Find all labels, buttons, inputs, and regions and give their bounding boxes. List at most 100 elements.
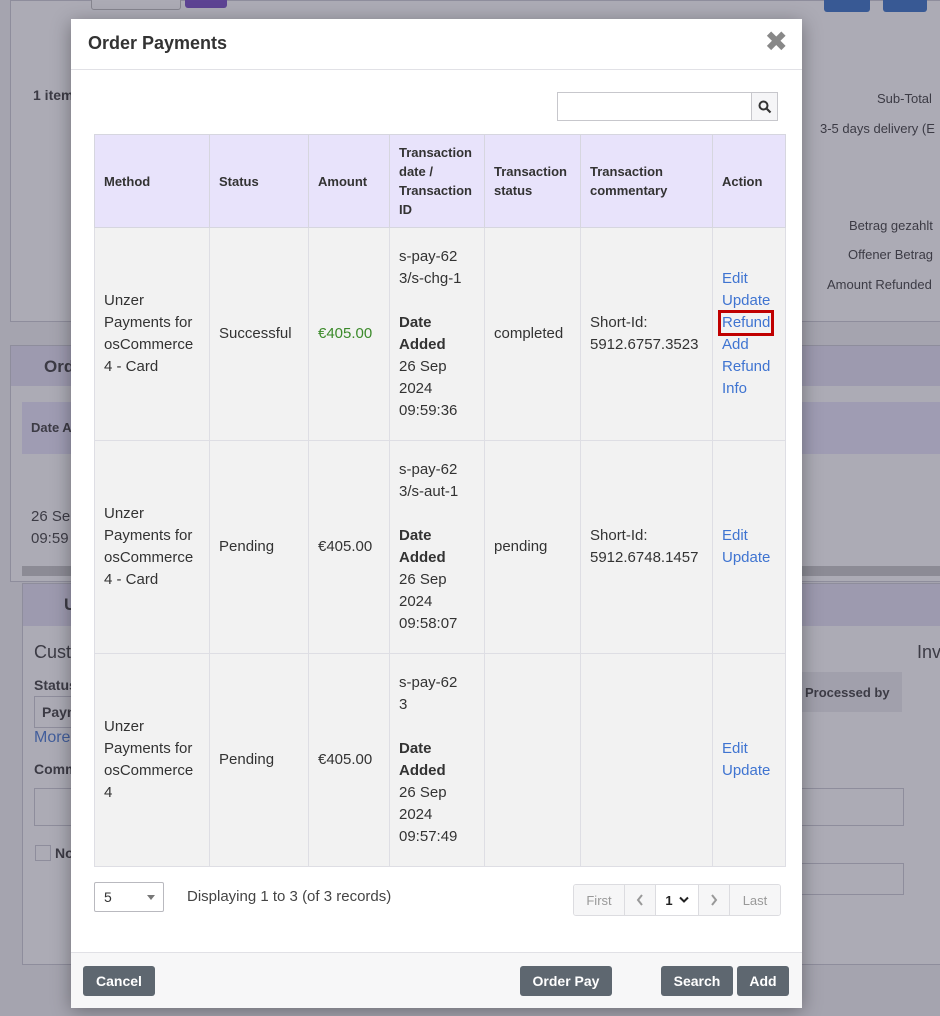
date-value: 09:59:36 (399, 402, 458, 419)
cell-status: Successful (209, 227, 309, 441)
method-text: 4 - Card (104, 571, 159, 588)
edit-link[interactable]: Edit (722, 738, 776, 760)
update-link[interactable]: Update (722, 290, 776, 312)
table-row: Unzer Payments for osCommerce 4 Pending … (94, 653, 786, 867)
date-label: Date (399, 740, 432, 757)
date-label: Added (399, 336, 446, 353)
search-icon[interactable] (751, 93, 777, 120)
txn-id: 3 (399, 696, 408, 713)
edit-link[interactable]: Edit (722, 268, 776, 290)
method-text: Unzer (104, 505, 145, 522)
cell-status: Pending (209, 440, 309, 654)
method-text: Payments for (104, 740, 193, 757)
method-text: Payments for (104, 527, 193, 544)
modal-header: Order Payments ✖ (71, 19, 802, 70)
add-refund-info-link[interactable]: Add Refund Info (722, 334, 776, 400)
chevron-down-icon (678, 896, 689, 903)
date-label: Added (399, 549, 446, 566)
current-page-value: 1 (665, 892, 673, 908)
cancel-button[interactable]: Cancel (83, 966, 155, 996)
cell-transaction-date: s-pay-62 3/s-chg-1 Date Added 26 Sep 202… (389, 227, 485, 441)
date-value: 2024 (399, 593, 433, 610)
comment-text: Short-Id: (590, 527, 648, 544)
method-text: osCommerce (104, 336, 194, 353)
cell-method: Unzer Payments for osCommerce 4 - Card (94, 440, 210, 654)
order-payments-modal: Order Payments ✖ Method Status Amount Tr… (71, 19, 802, 1008)
update-link[interactable]: Update (722, 760, 776, 782)
method-text: Unzer (104, 292, 145, 309)
page-size-select[interactable]: 5 (94, 882, 164, 912)
cell-actions: Edit Update Refund Add Refund Info (712, 227, 786, 441)
refund-link[interactable]: Refund (717, 310, 775, 336)
cell-actions: Edit Update (712, 440, 786, 654)
current-page-select[interactable]: 1 (656, 885, 699, 915)
cell-commentary: Short-Id: 5912.6757.3523 (580, 227, 713, 441)
edit-link[interactable]: Edit (722, 525, 776, 547)
method-text: osCommerce (104, 549, 194, 566)
cell-transaction-status: completed (484, 227, 581, 441)
comment-text: 5912.6757.3523 (590, 336, 699, 353)
date-value: 2024 (399, 380, 433, 397)
caret-down-icon (147, 895, 155, 900)
col-label: Transaction (590, 164, 663, 179)
table-row: Unzer Payments for osCommerce 4 - Card P… (94, 440, 786, 654)
method-text: Payments for (104, 314, 193, 331)
date-value: 26 Sep (399, 358, 447, 375)
modal-title: Order Payments (88, 33, 228, 53)
table-row: Unzer Payments for osCommerce 4 - Card S… (94, 227, 786, 441)
add-button[interactable]: Add (737, 966, 789, 996)
col-label: Transaction (399, 145, 472, 160)
method-text: 4 - Card (104, 358, 159, 375)
pager-info: Displaying 1 to 3 (of 3 records) (187, 888, 392, 905)
order-pay-button[interactable]: Order Pay (520, 966, 612, 996)
first-page-button[interactable]: First (574, 885, 625, 915)
chevron-right-icon[interactable] (699, 885, 730, 915)
txn-id: s-pay-62 (399, 248, 458, 265)
payments-table: Method Status Amount Transaction date / … (94, 134, 786, 867)
col-label: commentary (590, 183, 668, 198)
link-text: Refund (722, 358, 771, 375)
col-label: Transaction (399, 183, 472, 198)
cell-actions: Edit Update (712, 653, 786, 867)
col-amount[interactable]: Amount (308, 134, 390, 228)
cell-transaction-date: s-pay-62 3/s-aut-1 Date Added 26 Sep 202… (389, 440, 485, 654)
col-transaction-status[interactable]: Transaction status (484, 134, 581, 228)
cell-commentary: Short-Id: 5912.6748.1457 (580, 440, 713, 654)
search-button[interactable]: Search (661, 966, 733, 996)
method-text: 4 (104, 784, 113, 801)
col-action: Action (712, 134, 786, 228)
date-label: Date (399, 314, 432, 331)
pagination: First 1 Last (573, 884, 781, 916)
date-value: 09:58:07 (399, 615, 458, 632)
cell-amount: €405.00 (308, 227, 390, 441)
last-page-button[interactable]: Last (730, 885, 780, 915)
txn-id: s-pay-62 (399, 674, 458, 691)
cell-method: Unzer Payments for osCommerce 4 (94, 653, 210, 867)
chevron-left-icon[interactable] (625, 885, 656, 915)
link-text: Add (722, 336, 749, 353)
method-text: Unzer (104, 718, 145, 735)
cell-commentary (580, 653, 713, 867)
search-input[interactable] (558, 93, 751, 120)
col-method[interactable]: Method (94, 134, 210, 228)
close-icon[interactable]: ✖ (765, 28, 788, 56)
cell-transaction-status (484, 653, 581, 867)
col-status[interactable]: Status (209, 134, 309, 228)
col-transaction-commentary[interactable]: Transaction commentary (580, 134, 713, 228)
txn-id: s-pay-62 (399, 461, 458, 478)
comment-text: Short-Id: (590, 314, 648, 331)
update-link[interactable]: Update (722, 547, 776, 569)
page-size-value: 5 (104, 889, 112, 905)
cell-amount: €405.00 (308, 440, 390, 654)
col-label: ID (399, 202, 412, 217)
col-label: date / (399, 164, 433, 179)
date-value: 09:57:49 (399, 828, 458, 845)
cell-method: Unzer Payments for osCommerce 4 - Card (94, 227, 210, 441)
col-transaction-date[interactable]: Transaction date / Transaction ID (389, 134, 485, 228)
cell-status: Pending (209, 653, 309, 867)
date-label: Date (399, 527, 432, 544)
search-box (557, 92, 778, 121)
method-text: osCommerce (104, 762, 194, 779)
date-value: 26 Sep (399, 784, 447, 801)
comment-text: 5912.6748.1457 (590, 549, 699, 566)
